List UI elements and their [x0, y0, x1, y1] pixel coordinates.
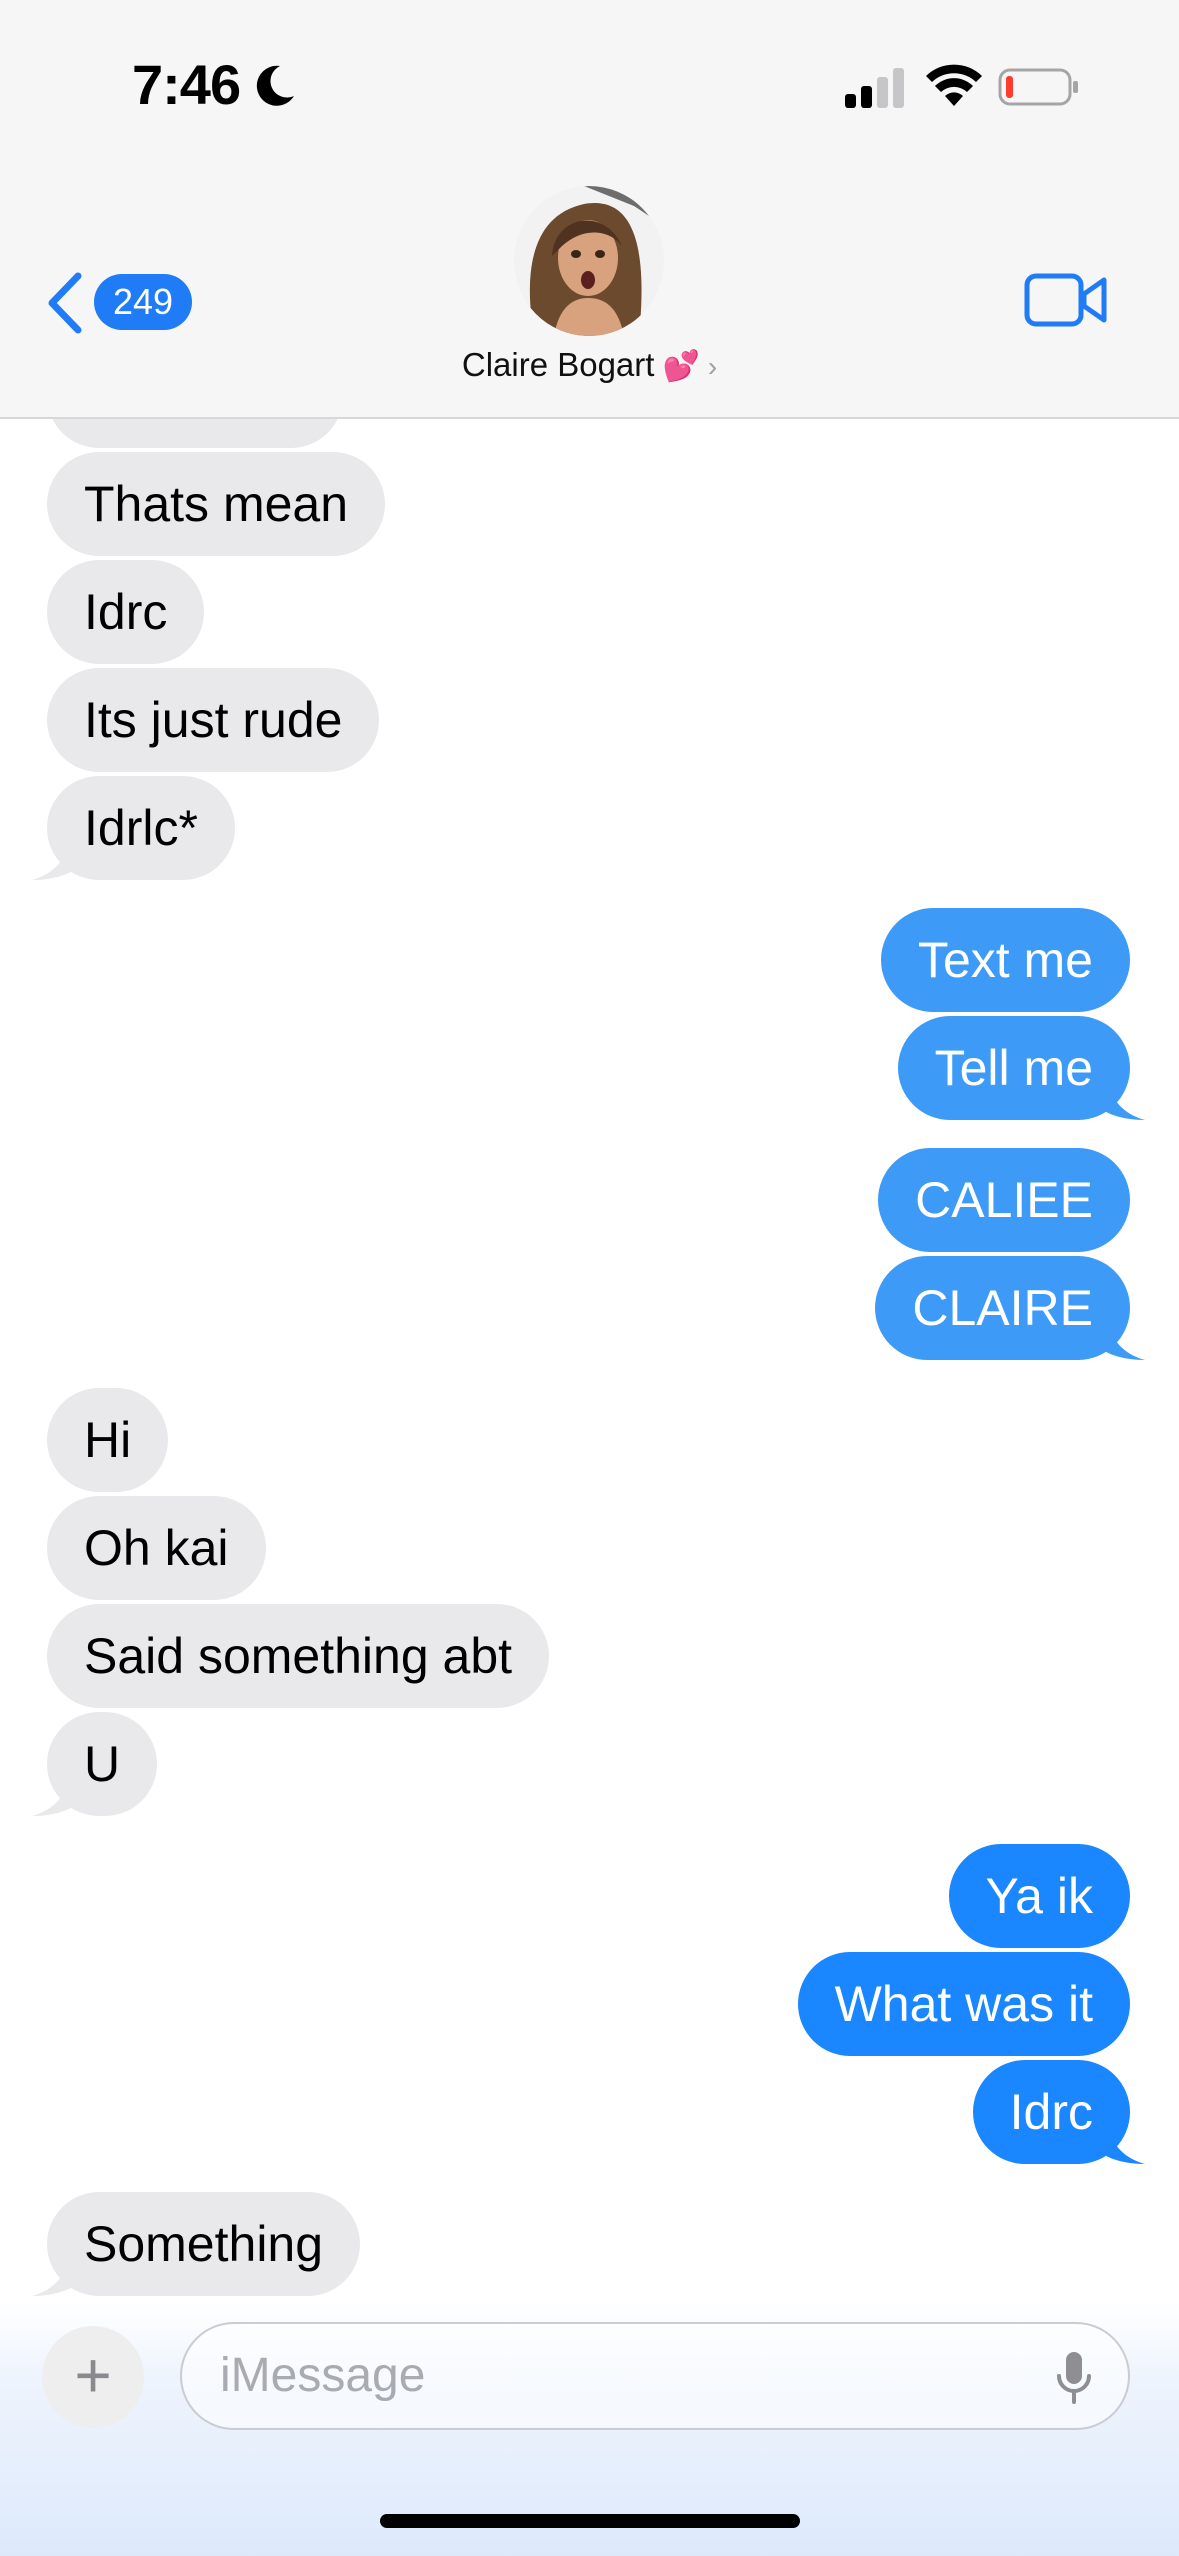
video-camera-icon[interactable] [1024, 270, 1108, 330]
contact-name: Claire Bogart [461, 346, 655, 383]
bubble-tail-icon [32, 1766, 80, 1816]
avatar-photo-icon [514, 186, 664, 336]
message-bubble-incoming[interactable]: Its just rude [47, 668, 380, 772]
message-bubble-outgoing[interactable]: CALIEE [878, 1148, 1130, 1252]
conversation-header: 7:46 249 Claire Bogart 💕 › [0, 0, 1179, 419]
plus-icon[interactable]: + [42, 2326, 144, 2428]
message-bubble-incoming[interactable]: Said something abt [47, 1604, 550, 1708]
wifi-icon [926, 64, 982, 106]
message-bubble-outgoing[interactable]: CLAIRE [875, 1256, 1130, 1360]
message-bubble-incoming[interactable]: Idrc [47, 560, 205, 664]
chevron-right-icon: › [707, 351, 718, 382]
moon-icon [256, 65, 294, 106]
bubble-tail-icon [1097, 1070, 1145, 1120]
battery-icon [998, 68, 1078, 106]
bubble-tail-icon [1097, 1310, 1145, 1360]
message-bubble-outgoing[interactable]: What was it [797, 1952, 1130, 2056]
bubble-tail-icon [32, 2246, 80, 2296]
bubble-tail-icon [1097, 2114, 1145, 2164]
message-bubble-incoming[interactable]: Thats mean [47, 452, 386, 556]
message-bubble-incoming[interactable]: Hi [47, 1388, 169, 1492]
bubble-tail-icon [32, 830, 80, 880]
status-time: 7:46 [132, 53, 241, 116]
message-bubble-incoming[interactable]: Oh kai [47, 1496, 266, 1600]
microphone-icon[interactable] [1054, 2350, 1094, 2406]
message-bubble-outgoing[interactable]: Tell me [897, 1016, 1130, 1120]
message-bubble-incoming[interactable]: Something [47, 2192, 361, 2296]
contact-name-button[interactable]: Claire Bogart 💕 › [0, 346, 1179, 384]
signal-icon [845, 68, 904, 108]
message-bubble-outgoing[interactable]: Ya ik [948, 1844, 1130, 1948]
back-chevron-icon [48, 272, 82, 334]
input-placeholder: iMessage [220, 2349, 426, 2402]
message-bubble-outgoing[interactable]: Text me [880, 908, 1130, 1012]
contact-emoji: 💕 [662, 350, 700, 383]
contact-avatar[interactable] [514, 186, 664, 336]
back-button[interactable]: 249 [46, 268, 196, 338]
imessage-input[interactable]: iMessage [180, 2322, 1130, 2430]
home-indicator[interactable] [380, 2514, 800, 2528]
unread-count-badge: 249 [94, 274, 192, 330]
